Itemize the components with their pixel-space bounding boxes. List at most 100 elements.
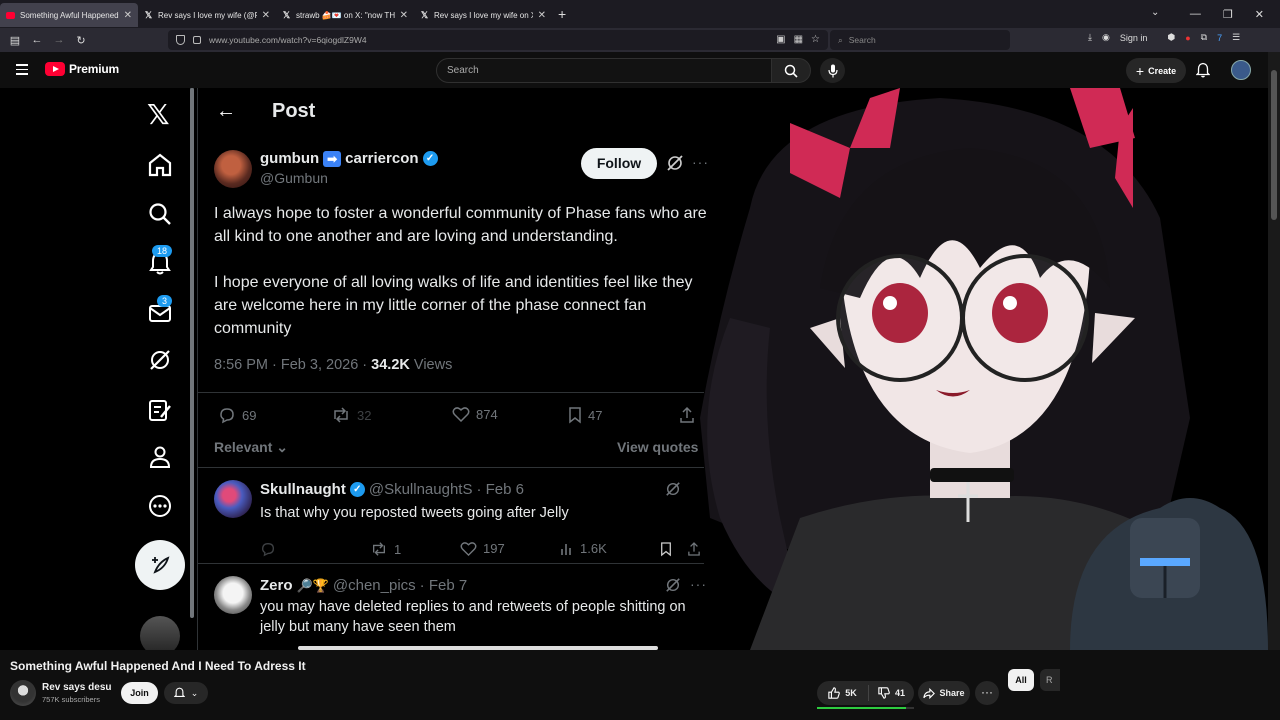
shield-icon[interactable] bbox=[176, 35, 185, 45]
plus-icon: + bbox=[1135, 62, 1145, 79]
bookmark-count: 47 bbox=[588, 407, 603, 423]
extension-red-icon[interactable]: ● bbox=[1185, 33, 1190, 43]
post-header: ← Post bbox=[216, 100, 315, 123]
share-label: Share bbox=[939, 688, 965, 698]
microphone-icon bbox=[827, 64, 838, 77]
url-text[interactable]: www.youtube.com/watch?v=6qiogdlZ9W4 bbox=[209, 35, 367, 45]
minimize-button[interactable]: — bbox=[1190, 8, 1201, 20]
voice-search-button[interactable] bbox=[820, 58, 845, 83]
repost-count: 1 bbox=[394, 541, 402, 557]
chip-related[interactable]: R bbox=[1040, 669, 1060, 691]
sign-in-link[interactable]: Sign in bbox=[1120, 33, 1148, 43]
forward-arrow-icon[interactable]: → bbox=[48, 34, 70, 46]
arrow-right-emoji-icon: ➡ bbox=[323, 150, 342, 167]
scrollbar-thumb[interactable] bbox=[1271, 70, 1277, 220]
x-account-avatar bbox=[140, 616, 180, 650]
browser-search-field[interactable]: ⌕ Search bbox=[830, 30, 1010, 50]
heart-icon bbox=[452, 407, 470, 422]
x-scrollbar bbox=[190, 88, 194, 618]
youtube-search-input[interactable]: Search bbox=[436, 58, 772, 83]
new-tab-button[interactable]: + bbox=[558, 6, 566, 22]
more-circle-icon bbox=[149, 495, 171, 517]
follow-button: Follow bbox=[581, 148, 657, 179]
tab-title: strawb 🍰💌 on X: "now THIS is bbox=[296, 10, 395, 20]
video-player[interactable]: 𝕏 18 3 ← Post gumbun ➡ carriercon ✓ @Gum… bbox=[0, 88, 1268, 650]
share-button[interactable]: Share bbox=[918, 681, 970, 705]
youtube-header: Premium Search + Create bbox=[0, 52, 1280, 88]
close-icon[interactable]: ✕ bbox=[400, 10, 408, 21]
views-action: 1.6K bbox=[560, 541, 607, 556]
join-button[interactable]: Join bbox=[121, 682, 158, 704]
notifications-bell-icon[interactable] bbox=[1196, 62, 1210, 78]
menu-icon[interactable]: ☰ bbox=[1232, 32, 1240, 43]
x-icon: 𝕏 bbox=[420, 9, 429, 20]
back-arrow-icon[interactable]: ← bbox=[26, 34, 48, 46]
like-button[interactable]: 5K bbox=[817, 685, 869, 701]
youtube-search-button[interactable] bbox=[771, 58, 811, 83]
close-icon[interactable]: ✕ bbox=[538, 10, 546, 21]
reply-author: Skullnaught ✓ @SkullnaughtS · Feb 6 bbox=[260, 481, 524, 498]
account-avatar[interactable] bbox=[1231, 60, 1251, 80]
x-sidebar: 𝕏 18 3 bbox=[135, 88, 185, 650]
more-actions-button[interactable]: ··· bbox=[975, 681, 999, 705]
extensions-puzzle-icon[interactable]: ⧉ bbox=[1201, 32, 1207, 43]
close-icon[interactable]: ✕ bbox=[124, 10, 132, 21]
sidebar-toggle-icon[interactable]: ▤ bbox=[4, 34, 26, 47]
browser-toolbar-right: ⤓ ◉ Sign in ⬢ ● ⧉ 7 ☰ bbox=[1088, 32, 1240, 43]
maximize-button[interactable]: ❐ bbox=[1223, 8, 1233, 21]
tab-x-post[interactable]: 𝕏 Rev says I love my wife on X: "- ✕ bbox=[414, 3, 552, 27]
extension-7tv-icon[interactable]: 7 bbox=[1217, 33, 1222, 43]
tab-x-strawb[interactable]: 𝕏 strawb 🍰💌 on X: "now THIS is ✕ bbox=[276, 3, 414, 27]
extension-icon[interactable]: ⬢ bbox=[1167, 32, 1175, 43]
reply-bubble-icon bbox=[261, 542, 275, 557]
sort-label: Relevant bbox=[214, 439, 273, 455]
view-quotes-link: View quotes bbox=[617, 439, 699, 455]
subscription-bell-button[interactable]: ⌄ bbox=[164, 682, 208, 704]
like-dislike-bar: 5K 41 bbox=[817, 681, 914, 705]
account-icon[interactable]: ◉ bbox=[1102, 32, 1110, 43]
hamburger-menu-icon[interactable] bbox=[16, 64, 28, 78]
tab-title: Rev says I love my wife on X: "- bbox=[434, 10, 533, 20]
browser-nav-bar: ▤ ← → ↻ www.youtube.com/watch?v=6qiogdlZ… bbox=[0, 28, 1280, 52]
media-preview-edge bbox=[298, 646, 658, 650]
reload-icon[interactable]: ↻ bbox=[70, 34, 92, 47]
create-button[interactable]: + Create bbox=[1126, 58, 1186, 83]
lock-icon[interactable] bbox=[193, 36, 201, 44]
like-action: 197 bbox=[460, 541, 505, 556]
subscriber-count: 757K subscribers bbox=[42, 695, 100, 704]
post-text: I always hope to foster a wonderful comm… bbox=[214, 202, 708, 363]
post-views-count: 34.2K bbox=[371, 357, 410, 373]
chip-all[interactable]: All bbox=[1008, 669, 1034, 691]
like-action: 874 bbox=[452, 406, 498, 422]
close-icon[interactable]: ✕ bbox=[262, 10, 270, 21]
create-label: Create bbox=[1148, 65, 1177, 76]
channel-avatar[interactable] bbox=[10, 680, 36, 706]
reply-author-name: Zero bbox=[260, 577, 293, 594]
youtube-logo[interactable]: Premium bbox=[45, 62, 119, 76]
close-window-button[interactable]: ✕ bbox=[1255, 8, 1264, 21]
reply-item: Zero 🔎🏆 @chen_pics · Feb 7 ··· you may h… bbox=[198, 564, 706, 650]
share-arrow-icon bbox=[923, 687, 936, 699]
download-icon[interactable]: ⤓ bbox=[1088, 32, 1092, 43]
post-views-label: Views bbox=[409, 357, 453, 373]
dislike-button[interactable]: 41 bbox=[869, 687, 914, 699]
bookmark-icon bbox=[569, 407, 581, 424]
url-bar[interactable]: www.youtube.com/watch?v=6qiogdlZ9W4 ▣ ▦ … bbox=[168, 30, 828, 50]
bell-icon bbox=[173, 687, 185, 697]
reply-text: Is that why you reposted tweets going af… bbox=[260, 505, 569, 521]
sort-replies-dropdown: Relevant ⌄ bbox=[214, 439, 288, 456]
picture-in-picture-icon[interactable]: ▣ bbox=[776, 34, 785, 45]
chevron-down-icon[interactable]: ⌄ bbox=[1151, 7, 1159, 18]
post-actions: 69 32 874 47 bbox=[218, 406, 708, 428]
bookmark-star-icon[interactable]: ☆ bbox=[811, 34, 820, 45]
search-icon bbox=[784, 64, 798, 78]
divider bbox=[198, 392, 704, 393]
page-scrollbar[interactable] bbox=[1268, 52, 1280, 650]
verified-badge-icon: ✓ bbox=[422, 151, 438, 166]
channel-name[interactable]: Rev says desu bbox=[42, 682, 112, 693]
tab-youtube[interactable]: Something Awful Happened An ✕ bbox=[0, 3, 138, 27]
reply-author: Zero 🔎🏆 @chen_pics · Feb 7 bbox=[260, 577, 467, 594]
reader-view-icon[interactable]: ▦ bbox=[794, 34, 803, 45]
tab-x-profile[interactable]: 𝕏 Rev says I love my wife (@Rev_s ✕ bbox=[138, 3, 276, 27]
grok-icon bbox=[667, 155, 683, 171]
